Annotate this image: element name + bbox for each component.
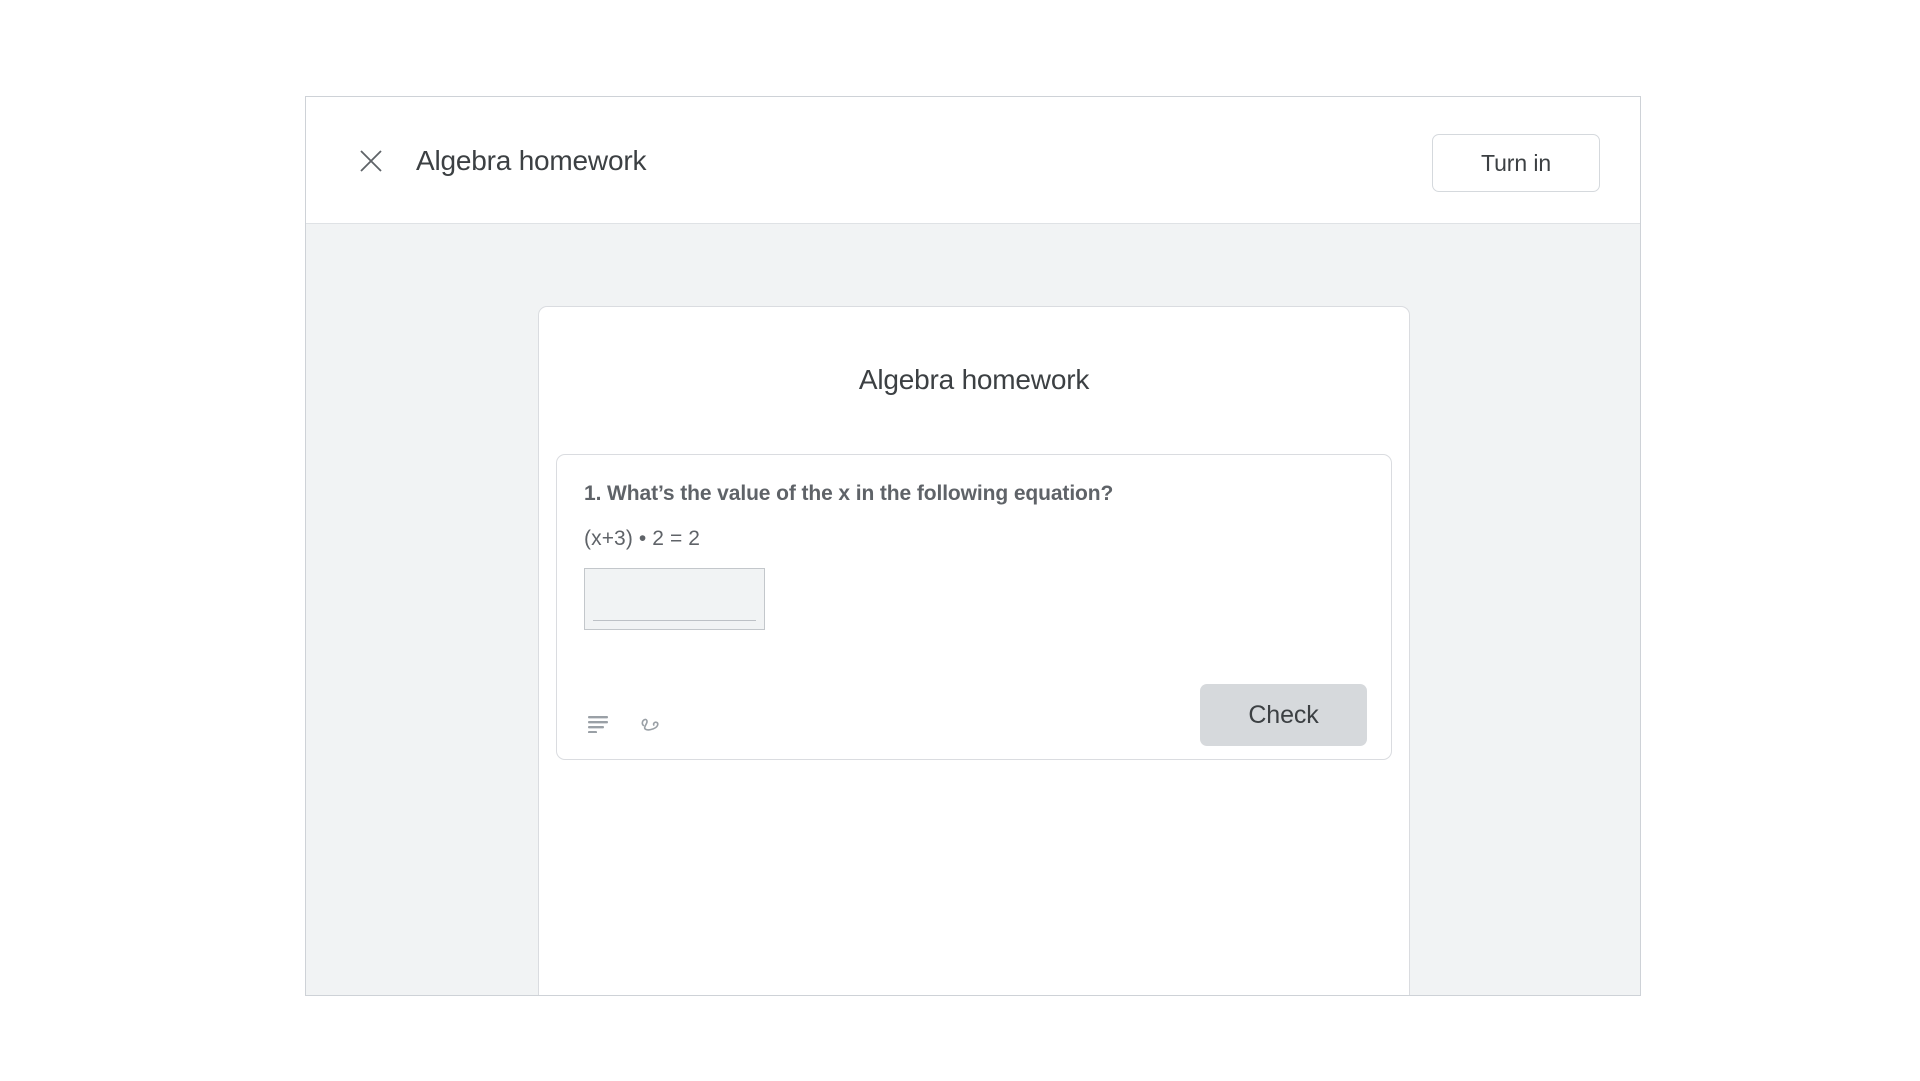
- page-title: Algebra homework: [416, 145, 647, 176]
- close-icon[interactable]: [352, 142, 390, 180]
- check-button[interactable]: Check: [1200, 684, 1367, 746]
- assignment-window: Algebra homework Turn in Algebra homewor…: [305, 96, 1641, 996]
- assignment-document: Algebra homework 1. What’s the value of …: [538, 306, 1410, 995]
- answer-input[interactable]: [593, 597, 756, 621]
- question-prompt: 1. What’s the value of the x in the foll…: [584, 482, 1114, 505]
- text-lines-icon[interactable]: [586, 711, 612, 737]
- window-header: Algebra homework Turn in: [306, 97, 1640, 263]
- scribble-icon[interactable]: [638, 711, 664, 737]
- document-title: Algebra homework: [858, 364, 1090, 395]
- turn-in-button[interactable]: Turn in: [1432, 134, 1600, 192]
- answer-tools: [586, 711, 664, 737]
- question-equation: (x+3) • 2 = 2: [584, 527, 701, 550]
- workspace: Algebra homework 1. What’s the value of …: [306, 224, 1640, 995]
- answer-input-box[interactable]: [584, 568, 765, 630]
- question-card: 1. What’s the value of the x in the foll…: [556, 454, 1392, 760]
